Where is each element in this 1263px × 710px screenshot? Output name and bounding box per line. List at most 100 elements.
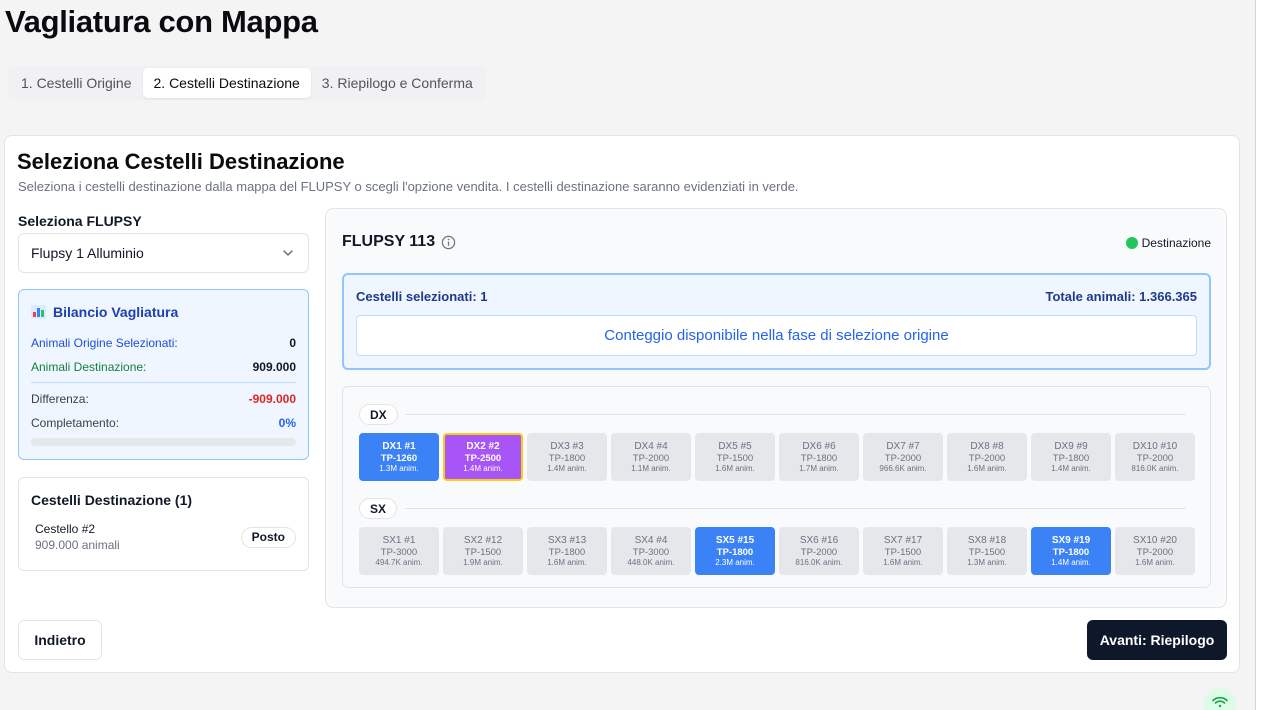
destinazione-value: 909.000 — [252, 360, 296, 374]
scrollbar-edge — [1255, 0, 1263, 710]
basket-name: DX1 #1 — [382, 440, 416, 452]
basket-type: TP-1800 — [800, 452, 838, 464]
basket-type: TP-2000 — [968, 452, 1006, 464]
basket-animals: 1.6M anim. — [1135, 557, 1175, 567]
card-description: Seleziona i cestelli destinazione dalla … — [18, 179, 799, 194]
basket-name: DX3 #3 — [550, 440, 584, 452]
basket-sx7-17[interactable]: SX7 #17 TP-1500 1.6M anim. — [863, 527, 943, 575]
basket-dx5-5[interactable]: DX5 #5 TP-1500 1.6M anim. — [695, 433, 775, 481]
basket-animals: 1.3M anim. — [967, 557, 1007, 567]
basket-name: SX9 #19 — [1051, 534, 1091, 546]
differenza-value: -909.000 — [248, 392, 296, 406]
basket-type: TP-2000 — [1136, 452, 1174, 464]
basket-animals: 1.6M anim. — [883, 557, 923, 567]
basket-dx2-2[interactable]: DX2 #2 TP-2500 1.4M anim. — [443, 433, 523, 481]
basket-dx6-6[interactable]: DX6 #6 TP-1800 1.7M anim. — [779, 433, 859, 481]
completamento-row: Completamento: 0% — [31, 416, 296, 430]
connection-status — [1204, 688, 1236, 710]
origine-row: Animali Origine Selezionati: 0 — [31, 336, 296, 350]
basket-dx1-1[interactable]: DX1 #1 TP-1260 1.3M anim. — [359, 433, 439, 481]
basket-sx2-12[interactable]: SX2 #12 TP-1500 1.9M anim. — [443, 527, 523, 575]
basket-type: TP-2000 — [1136, 546, 1174, 558]
basket-sx10-20[interactable]: SX10 #20 TP-2000 1.6M anim. — [1115, 527, 1195, 575]
basket-animals: 1.3M anim. — [379, 463, 419, 473]
basket-animals: 816.0K anim. — [795, 557, 843, 567]
steps-tabs: 1. Cestelli Origine 2. Cestelli Destinaz… — [8, 66, 486, 100]
flupsy-map-panel: FLUPSY 113 Destinazione Cestelli selezio… — [325, 208, 1227, 608]
basket-dx10-10[interactable]: DX10 #10 TP-2000 816.0K anim. — [1115, 433, 1195, 481]
flupsy-select[interactable]: Flupsy 1 Alluminio — [18, 233, 309, 273]
basket-dx4-4[interactable]: DX4 #4 TP-2000 1.1M anim. — [611, 433, 691, 481]
basket-grid: DX DX1 #1 TP-1260 1.3M anim. DX2 #2 TP-2500 1… — [342, 386, 1211, 588]
basket-sx1-1[interactable]: SX1 #1 TP-3000 494.7K anim. — [359, 527, 439, 575]
basket-dx7-7[interactable]: DX7 #7 TP-2000 966.6K anim. — [863, 433, 943, 481]
destinazione-name: Cestello #2 — [35, 522, 96, 536]
tab-riepilogo-conferma[interactable]: 3. Riepilogo e Conferma — [311, 68, 484, 98]
basket-name: SX1 #1 — [382, 534, 416, 546]
basket-animals: 816.0K anim. — [1131, 463, 1179, 473]
basket-dx3-3[interactable]: DX3 #3 TP-1800 1.4M anim. — [527, 433, 607, 481]
basket-animals: 1.4M anim. — [1051, 463, 1091, 473]
basket-animals: 966.6K anim. — [879, 463, 927, 473]
basket-name: DX8 #8 — [970, 440, 1004, 452]
basket-sx5-15[interactable]: SX5 #15 TP-1800 2.3M anim. — [695, 527, 775, 575]
basket-animals: 2.3M anim. — [715, 557, 755, 567]
basket-sx4-4[interactable]: SX4 #4 TP-3000 448.0K anim. — [611, 527, 691, 575]
legend-dot — [1125, 237, 1138, 249]
basket-type: TP-3000 — [632, 546, 670, 558]
info-icon[interactable] — [441, 235, 456, 250]
basket-animals: 1.9M anim. — [463, 557, 503, 567]
basket-name: SX2 #12 — [463, 534, 503, 546]
destinazione-row: Animali Destinazione: 909.000 — [31, 360, 296, 374]
basket-sx6-16[interactable]: SX6 #16 TP-2000 816.0K anim. — [779, 527, 859, 575]
wifi-icon — [1212, 696, 1228, 708]
basket-type: TP-1500 — [716, 452, 754, 464]
row-divider — [405, 508, 1186, 509]
next-summary-button[interactable]: Avanti: Riepilogo — [1087, 620, 1227, 660]
basket-name: DX7 #7 — [886, 440, 920, 452]
completamento-progress-bar — [31, 438, 296, 446]
basket-type: TP-1800 — [548, 546, 586, 558]
basket-name: DX5 #5 — [718, 440, 752, 452]
map-title: FLUPSY 113 — [342, 233, 456, 251]
basket-name: SX3 #13 — [547, 534, 587, 546]
selection-summary: Cestelli selezionati: 1 Totale animali: … — [342, 273, 1211, 370]
tab-cestelli-origine[interactable]: 1. Cestelli Origine — [10, 68, 143, 98]
destinazione-label: Animali Destinazione: — [31, 360, 147, 374]
basket-dx9-9[interactable]: DX9 #9 TP-1800 1.4M anim. — [1031, 433, 1111, 481]
list-item: Cestello #2 909.000 animali Posto — [31, 522, 296, 552]
bar-chart-icon — [31, 305, 46, 319]
posto-badge[interactable]: Posto — [240, 526, 296, 548]
basket-animals: 1.1M anim. — [631, 463, 671, 473]
bilancio-header: Bilancio Vagliatura — [31, 304, 296, 320]
basket-sx3-13[interactable]: SX3 #13 TP-1800 1.6M anim. — [527, 527, 607, 575]
flupsy-select-label: Seleziona FLUPSY — [18, 213, 142, 229]
basket-sx9-19[interactable]: SX9 #19 TP-1800 1.4M anim. — [1031, 527, 1111, 575]
basket-type: TP-1500 — [464, 546, 502, 558]
destinazioni-panel: Cestelli Destinazione (1) Cestello #2 90… — [18, 477, 309, 571]
basket-name: DX6 #6 — [802, 440, 836, 452]
basket-dx8-8[interactable]: DX8 #8 TP-2000 1.6M anim. — [947, 433, 1027, 481]
basket-animals: 494.7K anim. — [375, 557, 423, 567]
row-tag-dx: DX — [359, 404, 398, 425]
card-title: Seleziona Cestelli Destinazione — [17, 149, 345, 174]
completamento-value: 0% — [278, 416, 296, 430]
completamento-label: Completamento: — [31, 416, 120, 430]
map-title-text: FLUPSY 113 — [342, 233, 436, 250]
basket-animals: 1.6M anim. — [967, 463, 1007, 473]
basket-animals: 1.7M anim. — [799, 463, 839, 473]
basket-animals: 1.6M anim. — [547, 557, 587, 567]
basket-type: TP-1800 — [1052, 452, 1090, 464]
chevron-down-icon — [283, 250, 293, 256]
basket-sx8-18[interactable]: SX8 #18 TP-1500 1.3M anim. — [947, 527, 1027, 575]
back-button[interactable]: Indietro — [18, 620, 102, 660]
basket-name: SX5 #15 — [715, 534, 755, 546]
destinazione-count: 909.000 animali — [35, 538, 120, 552]
tab-cestelli-destinazione[interactable]: 2. Cestelli Destinazione — [142, 68, 311, 98]
basket-type: TP-2500 — [464, 452, 502, 464]
flupsy-select-value: Flupsy 1 Alluminio — [31, 245, 144, 261]
basket-type: TP-1800 — [716, 546, 754, 558]
destination-card: Seleziona Cestelli Destinazione Selezion… — [4, 135, 1240, 673]
basket-type: TP-1500 — [968, 546, 1006, 558]
basket-animals: 1.4M anim. — [1051, 557, 1091, 567]
